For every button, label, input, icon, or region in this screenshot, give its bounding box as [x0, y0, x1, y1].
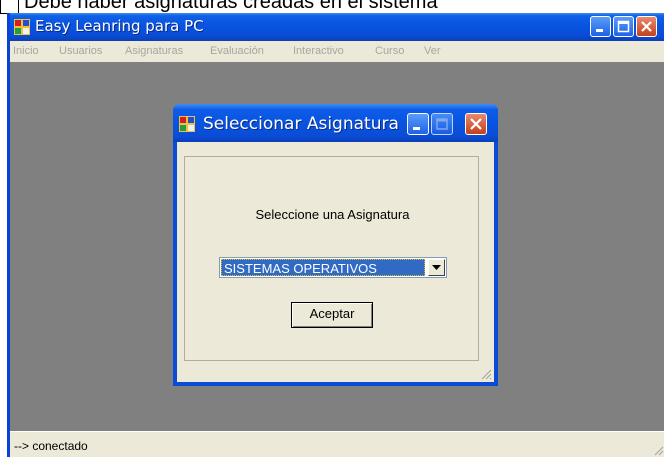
maximize-icon [436, 118, 448, 130]
minimize-button[interactable] [590, 16, 611, 37]
dialog-minimize-button[interactable] [407, 113, 429, 135]
document-cut-text: Debe haber asignaturas creadas en el sis… [24, 0, 438, 13]
dialog-title: Seleccionar Asignatura [203, 114, 399, 134]
dialog-body: Seleccione una Asignatura SISTEMAS OPERA… [177, 142, 494, 382]
app-icon [14, 19, 30, 35]
status-bar: --> conectado [10, 431, 664, 457]
close-button[interactable] [636, 16, 657, 37]
menu-interactivo[interactable]: Interactivo [293, 45, 344, 57]
app-icon [179, 116, 195, 132]
menu-ver[interactable]: Ver [424, 45, 441, 57]
close-icon [470, 118, 482, 130]
resize-grip-icon[interactable] [480, 368, 492, 380]
main-titlebar[interactable]: Easy Leanring para PC [10, 13, 664, 41]
selected-subject[interactable]: SISTEMAS OPERATIVOS [221, 259, 425, 276]
dropdown-arrow-button[interactable] [428, 259, 445, 276]
menu-bar: Inicio Usuarios Asignaturas Evaluación I… [10, 41, 664, 62]
menu-inicio[interactable]: Inicio [13, 45, 39, 57]
menu-curso[interactable]: Curso [375, 45, 404, 57]
main-window-title: Easy Leanring para PC [35, 17, 204, 35]
minimize-icon [413, 127, 420, 130]
dialog-titlebar[interactable]: Seleccionar Asignatura [173, 104, 498, 142]
resize-grip-icon[interactable] [652, 444, 664, 456]
menu-asignaturas[interactable]: Asignaturas [125, 45, 183, 57]
dropdown-arrow-icon [432, 265, 441, 270]
table-divider [18, 0, 19, 13]
select-subject-dialog: Seleccionar Asignatura Seleccione una As… [173, 104, 498, 386]
menu-usuarios[interactable]: Usuarios [59, 45, 102, 57]
accept-button[interactable]: Aceptar [291, 302, 373, 328]
selection-groupbox: Seleccione una Asignatura SISTEMAS OPERA… [184, 156, 479, 361]
screenshot: Debe haber asignaturas creadas en el sis… [0, 0, 664, 457]
document-text-strip: Debe haber asignaturas creadas en el sis… [0, 0, 664, 14]
maximize-button[interactable] [613, 16, 634, 37]
table-border [0, 0, 1, 13]
dialog-maximize-button[interactable] [431, 113, 453, 135]
maximize-icon [617, 20, 630, 33]
subject-dropdown[interactable]: SISTEMAS OPERATIVOS [219, 257, 447, 278]
prompt-label: Seleccione una Asignatura [255, 207, 410, 222]
connection-status: --> conectado [14, 439, 88, 453]
dialog-close-button[interactable] [465, 113, 487, 135]
menu-evaluacion[interactable]: Evaluación [210, 45, 264, 57]
close-icon [641, 21, 652, 32]
minimize-icon [596, 29, 603, 32]
